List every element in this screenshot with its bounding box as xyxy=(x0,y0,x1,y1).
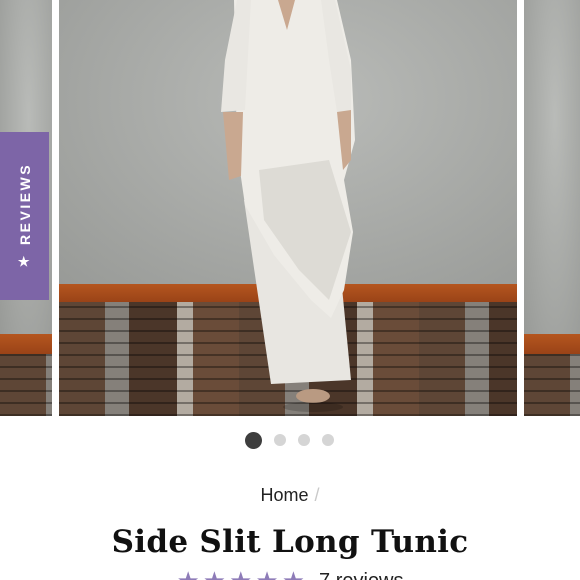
product-main-image[interactable] xyxy=(59,0,517,416)
star-icon: ★ xyxy=(282,568,305,580)
star-icon: ★ xyxy=(203,568,226,580)
product-title: Side Slit Long Tunic xyxy=(111,524,469,560)
breadcrumb-home-link[interactable]: Home xyxy=(260,485,308,505)
gallery-dot-2[interactable] xyxy=(273,434,286,446)
product-image-gallery[interactable] xyxy=(0,0,580,418)
breadcrumb: Home / xyxy=(0,485,580,506)
next-slide-peek[interactable] xyxy=(524,0,580,416)
review-count-link[interactable]: 7 reviews xyxy=(319,570,403,580)
star-icon: ★ xyxy=(176,568,199,580)
gallery-dot-3[interactable] xyxy=(297,434,310,446)
gallery-dot-1[interactable] xyxy=(244,431,262,449)
gallery-pagination xyxy=(0,431,579,449)
star-icon: ★ xyxy=(17,254,32,270)
model-figure-illustration xyxy=(221,0,355,412)
gallery-dot-4[interactable] xyxy=(321,434,334,446)
star-icon: ★ xyxy=(255,568,278,580)
breadcrumb-separator: / xyxy=(314,485,320,505)
star-icon: ★ xyxy=(229,568,252,580)
reviews-side-tab[interactable]: ★ REVIEWS xyxy=(0,132,49,300)
reviews-tab-label: REVIEWS xyxy=(16,162,33,245)
rating-stars: ★ ★ ★ ★ ★ xyxy=(176,568,305,580)
product-rating[interactable]: ★ ★ ★ ★ ★ 7 reviews xyxy=(0,568,580,580)
